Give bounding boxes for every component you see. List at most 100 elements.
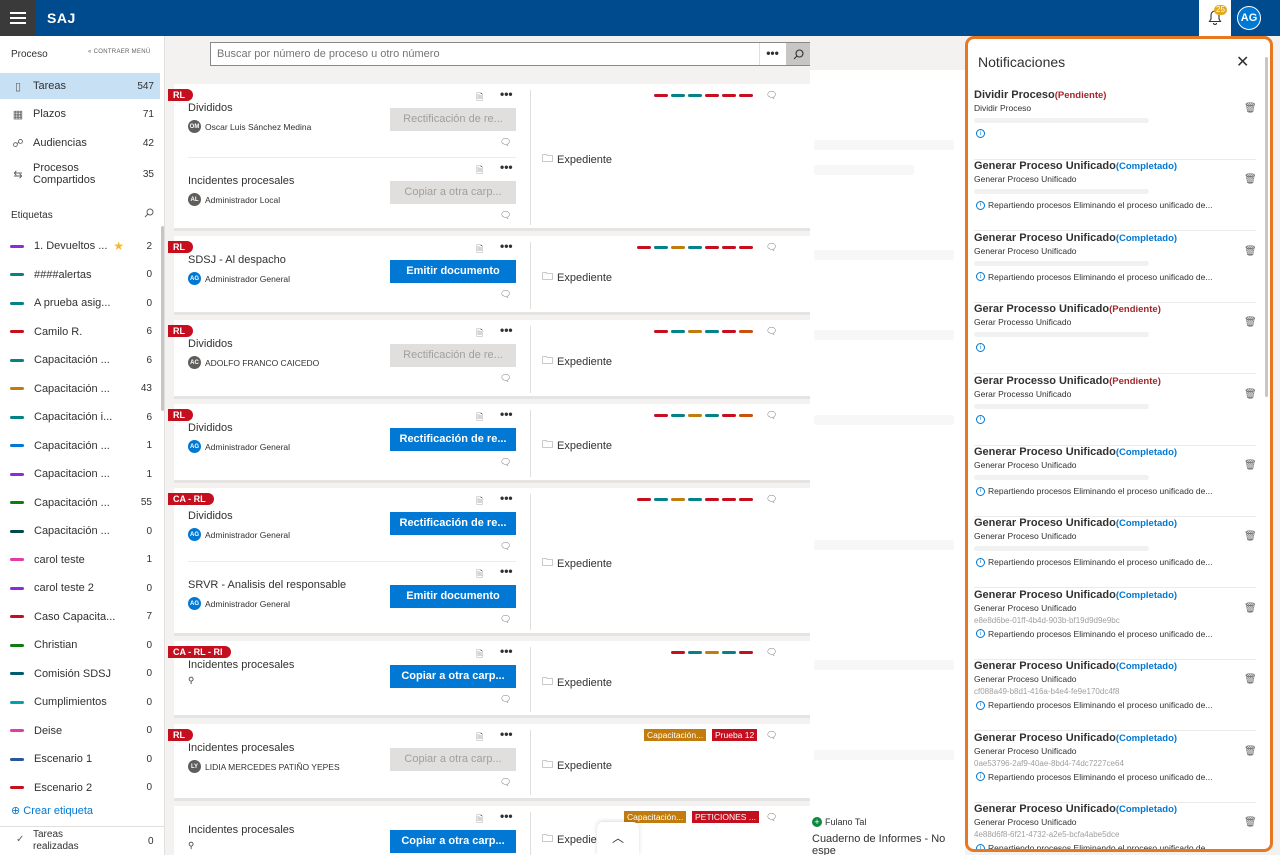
info-icon[interactable]: i xyxy=(976,414,985,424)
comment-icon[interactable]: 🗨 xyxy=(766,647,777,658)
comment-icon[interactable]: 🗨 xyxy=(500,614,511,625)
more-options-button[interactable]: ••• xyxy=(500,323,513,337)
notification-item[interactable]: Generar Proceso Unificado(Completado) Gen… xyxy=(974,160,1257,232)
comment-icon[interactable]: 🗨 xyxy=(766,410,777,421)
info-icon[interactable]: i xyxy=(976,700,985,710)
task-action-button[interactable]: Rectificación de re... xyxy=(390,344,516,367)
notification-item[interactable]: Gerar Processo Unificado(Pendiente) Gerar… xyxy=(974,375,1257,446)
comment-icon[interactable]: 🗨 xyxy=(766,494,777,505)
task-action-button[interactable]: Copiar a otra carp... xyxy=(390,665,516,688)
info-icon[interactable]: i xyxy=(976,557,985,567)
tag-item[interactable]: Capacitación ... 0 xyxy=(0,521,160,541)
process-card[interactable]: RL 🗎 ••• Divididos OM Oscar Luis Sánchez Medi… xyxy=(168,84,810,231)
comment-icon[interactable]: 🗨 xyxy=(500,137,511,148)
expediente-link[interactable]: 🗀 Expediente xyxy=(542,554,612,573)
tag-item[interactable]: Escenario 2 0 xyxy=(0,778,160,798)
tag-item[interactable]: Comisión SDSJ 0 xyxy=(0,664,160,684)
tag-item[interactable]: Christian 0 xyxy=(0,635,160,655)
document-icon[interactable]: 🗎 xyxy=(476,326,483,342)
tag-item[interactable]: Capacitación ... 55 xyxy=(0,493,160,513)
document-icon[interactable]: 🗎 xyxy=(476,494,483,510)
info-icon[interactable]: i xyxy=(976,129,985,138)
comment-icon[interactable]: 🗨 xyxy=(500,541,511,552)
task-title[interactable]: Incidentes procesales xyxy=(188,824,294,836)
document-icon[interactable]: 🗎 xyxy=(476,647,483,663)
trash-icon[interactable]: 🗑 xyxy=(1244,389,1257,400)
collapse-menu-button[interactable]: « CONTRAER MENÚ xyxy=(88,49,151,55)
task-action-button[interactable]: Copiar a otra carp... xyxy=(390,748,516,771)
more-options-button[interactable]: ••• xyxy=(500,644,513,658)
tag-item[interactable]: ####alertas 0 xyxy=(0,265,160,285)
tag-item[interactable]: Escenario 1 0 xyxy=(0,749,160,769)
assign-user-icon[interactable]: ⚲ xyxy=(188,840,194,851)
notification-item[interactable]: Generar Proceso Unificado(Completado) Gen… xyxy=(974,517,1257,589)
more-options-button[interactable]: ••• xyxy=(500,491,513,505)
tag-item[interactable]: A prueba asig... 0 xyxy=(0,293,160,313)
expediente-link[interactable]: 🗀 Expediente xyxy=(542,436,612,455)
comment-icon[interactable]: 🗨 xyxy=(766,90,777,101)
task-title[interactable]: Divididos xyxy=(188,422,233,434)
more-options-button[interactable]: ••• xyxy=(500,407,513,421)
comment-icon[interactable]: 🗨 xyxy=(766,242,777,253)
comment-icon[interactable]: 🗨 xyxy=(500,694,511,705)
document-icon[interactable]: 🗎 xyxy=(476,90,483,106)
expediente-link[interactable]: 🗀 Expediente xyxy=(542,756,612,775)
trash-icon[interactable]: 🗑 xyxy=(1244,174,1257,185)
tag-item[interactable]: Capacitación ... 6 xyxy=(0,350,160,370)
process-card[interactable]: RL 🗎 ••• SDSJ - Al despacho AG Administrador … xyxy=(168,236,810,315)
notification-item[interactable]: Generar Proceso Unificado(Completado) Gen… xyxy=(974,660,1257,732)
info-icon[interactable]: i xyxy=(976,772,985,782)
task-title[interactable]: Incidentes procesales xyxy=(188,742,294,754)
tag-chip[interactable]: PETICIONES ... xyxy=(692,811,759,823)
search-input[interactable] xyxy=(217,46,752,62)
document-icon[interactable]: 🗎 xyxy=(476,567,483,583)
create-tag-button[interactable]: ⊕ Crear etiqueta xyxy=(11,804,93,817)
task-action-button[interactable]: Rectificación de re... xyxy=(390,108,516,131)
process-card[interactable]: CA - RL - RI 🗎 ••• Incidentes procesales ⚲ Co… xyxy=(168,641,810,718)
process-card[interactable]: CA - RL 🗎 ••• Divididos AG Administrador Gene… xyxy=(168,488,810,636)
tag-chip[interactable]: Prueba 12 xyxy=(712,729,758,741)
close-icon[interactable]: ✕ xyxy=(1236,52,1249,72)
trash-icon[interactable]: 🗑 xyxy=(1244,746,1257,757)
task-title[interactable]: Divididos xyxy=(188,102,233,114)
expediente-link[interactable]: 🗀 Expediente xyxy=(542,268,612,287)
notification-item[interactable]: Generar Proceso Unificado(Completado) Gen… xyxy=(974,732,1257,803)
tag-item[interactable]: Capacitacion ... 1 xyxy=(0,464,160,484)
trash-icon[interactable]: 🗑 xyxy=(1244,531,1257,542)
task-action-button[interactable]: Rectificación de re... xyxy=(390,512,516,535)
comment-icon[interactable]: 🗨 xyxy=(500,373,511,384)
process-card[interactable]: 🗎 ••• Incidentes procesales ⚲ Copiar a otra … xyxy=(174,806,810,855)
sidebar-item-tareas[interactable]: ▯ Tareas 547 xyxy=(0,73,160,99)
document-icon[interactable]: 🗎 xyxy=(476,242,483,258)
more-options-button[interactable]: ••• xyxy=(500,160,513,174)
trash-icon[interactable]: 🗑 xyxy=(1244,317,1257,328)
notifications-button[interactable]: 25 xyxy=(1199,0,1231,36)
comment-icon[interactable]: 🗨 xyxy=(766,812,777,823)
tag-item[interactable]: Cumplimientos 0 xyxy=(0,692,160,712)
info-icon[interactable]: i xyxy=(976,843,985,849)
tag-item[interactable]: Capacitación ... 1 xyxy=(0,436,160,456)
notification-item[interactable]: Generar Proceso Unificado(Completado) Gen… xyxy=(974,803,1257,849)
trash-icon[interactable]: 🗑 xyxy=(1244,246,1257,257)
tag-item[interactable]: carol teste 2 0 xyxy=(0,578,160,598)
document-icon[interactable]: 🗎 xyxy=(476,730,483,746)
notification-item[interactable]: Gerar Processo Unificado(Pendiente) Gerar… xyxy=(974,303,1257,375)
task-title[interactable]: SRVR - Analisis del responsable xyxy=(188,579,346,591)
search-options-button[interactable]: ••• xyxy=(759,43,785,65)
notifications-scrollbar[interactable] xyxy=(1265,57,1268,397)
labels-search-icon[interactable] xyxy=(144,208,154,221)
comment-icon[interactable]: 🗨 xyxy=(766,730,777,741)
process-card[interactable]: RL 🗎 ••• Divididos AC ADOLFO FRANCO CAICEDO Re… xyxy=(168,320,810,399)
sidebar-item-procesos-compartidos[interactable]: ⇆ Procesos Compartidos 35 xyxy=(0,158,160,190)
comment-icon[interactable]: 🗨 xyxy=(500,289,511,300)
sidebar-scrollbar[interactable] xyxy=(161,226,164,411)
process-card[interactable]: RL 🗎 ••• Incidentes procesales LY LIDIA MERCE… xyxy=(168,724,810,801)
more-options-button[interactable]: ••• xyxy=(500,239,513,253)
notification-item[interactable]: Generar Proceso Unificado(Completado) Gen… xyxy=(974,446,1257,517)
task-title[interactable]: Divididos xyxy=(188,510,233,522)
comment-icon[interactable]: 🗨 xyxy=(766,326,777,337)
document-icon[interactable]: 🗎 xyxy=(476,410,483,426)
task-action-button[interactable]: Emitir documento xyxy=(390,585,516,608)
search-button[interactable] xyxy=(786,43,810,65)
task-title[interactable]: Divididos xyxy=(188,338,233,350)
